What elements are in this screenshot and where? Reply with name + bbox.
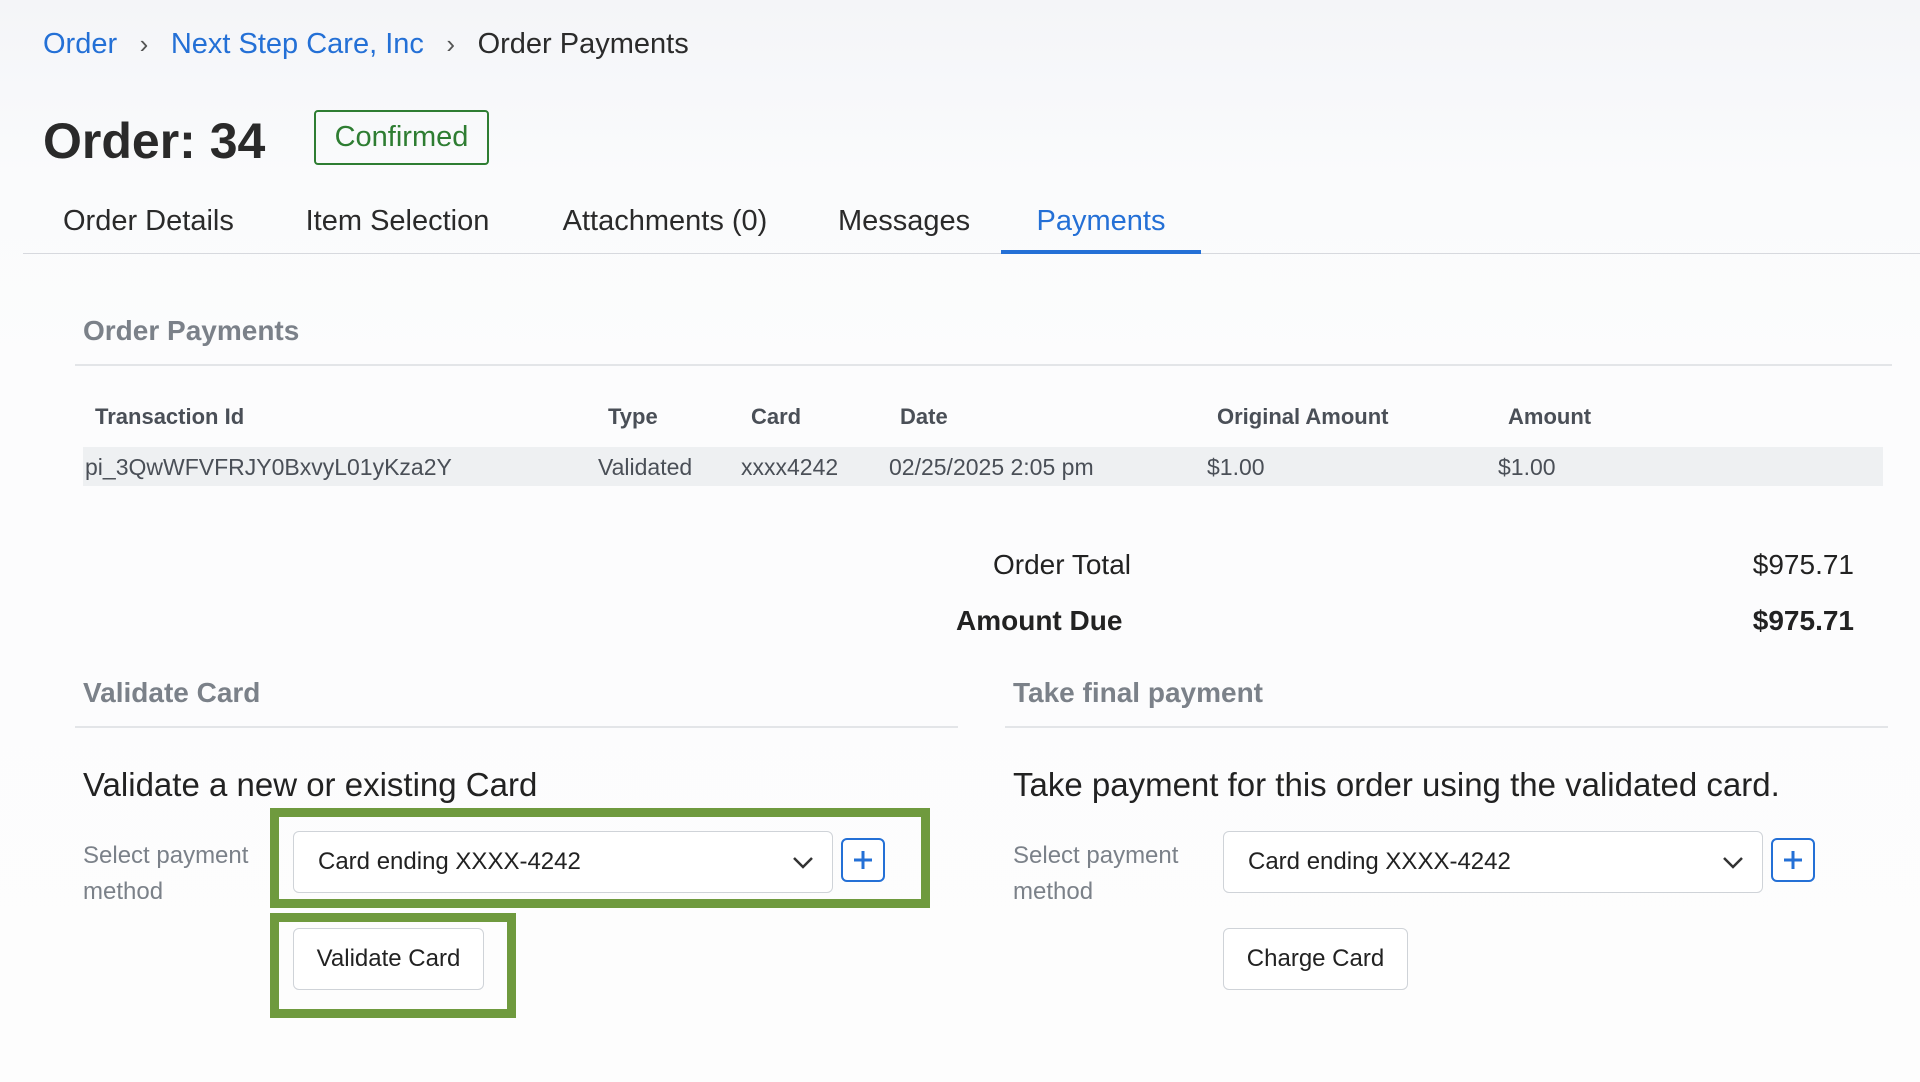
tab-payments[interactable]: Payments (1001, 200, 1201, 254)
validate-card-subheading: Validate a new or existing Card (83, 766, 538, 803)
column-header-card: Card (751, 404, 802, 429)
page-title: Order: 34 (43, 113, 266, 169)
breadcrumb: Order › Next Step Care, Inc › Order Paym… (43, 24, 689, 64)
final-payment-method-label: Select payment method (1013, 842, 1179, 905)
amount-due-value: $975.71 (1752, 605, 1854, 636)
breadcrumb-link-company[interactable]: Next Step Care, Inc (171, 28, 424, 60)
breadcrumb-link-order[interactable]: Order (43, 28, 117, 60)
tab-bar: Order Details Item Selection Attachments… (23, 200, 1920, 254)
plus-icon (854, 851, 872, 869)
cell-amount: $1.00 (1498, 454, 1556, 480)
cell-type: Validated (598, 454, 693, 480)
tab-messages[interactable]: Messages (838, 200, 970, 254)
order-payments-heading: Order Payments (83, 315, 300, 346)
column-header-date: Date (900, 404, 948, 429)
charge-card-button[interactable]: Charge Card (1223, 928, 1408, 990)
tab-order-details[interactable]: Order Details (63, 200, 234, 254)
select-value: Card ending XXXX-4242 (1248, 848, 1511, 875)
chevron-right-icon: › (431, 29, 470, 59)
chevron-down-icon (793, 857, 813, 869)
cell-transaction-id: pi_3QwWFVFRJY0BxvyL01yKza2Y (85, 454, 452, 480)
validate-card-heading: Validate Card (83, 677, 261, 708)
tab-attachments[interactable]: Attachments (0) (560, 200, 770, 254)
cell-card: xxxx4242 (741, 454, 839, 480)
column-header-original-amount: Original Amount (1217, 404, 1389, 429)
chevron-right-icon: › (125, 29, 163, 59)
divider (75, 364, 1892, 366)
take-final-payment-heading: Take final payment (1013, 677, 1264, 708)
take-final-payment-subheading: Take payment for this order using the va… (1013, 766, 1780, 803)
cell-original-amount: $1.00 (1207, 454, 1265, 480)
column-header-transaction-id: Transaction Id (95, 404, 245, 429)
plus-icon (1784, 851, 1802, 869)
validate-payment-method-label: Select payment method (83, 842, 249, 905)
select-value: Card ending XXXX-4242 (318, 848, 581, 875)
breadcrumb-current: Order Payments (477, 28, 689, 60)
cell-date: 02/25/2025 2:05 pm (889, 454, 1094, 480)
add-payment-method-button[interactable] (841, 838, 885, 882)
amount-due-label: Amount Due (956, 605, 1123, 636)
validate-payment-method-select[interactable]: Card ending XXXX-4242 (293, 831, 833, 893)
column-header-type: Type (608, 404, 658, 429)
validate-card-button[interactable]: Validate Card (293, 928, 484, 990)
add-final-payment-method-button[interactable] (1771, 838, 1815, 882)
tab-item-selection[interactable]: Item Selection (305, 200, 490, 254)
final-payment-method-select[interactable]: Card ending XXXX-4242 (1223, 831, 1763, 893)
chevron-down-icon (1723, 857, 1743, 869)
divider (1005, 726, 1888, 728)
status-badge: Confirmed (314, 110, 489, 165)
divider (75, 726, 958, 728)
order-total-value: $975.71 (1752, 549, 1854, 580)
order-total-label: Order Total (993, 549, 1131, 580)
column-header-amount: Amount (1508, 404, 1592, 429)
